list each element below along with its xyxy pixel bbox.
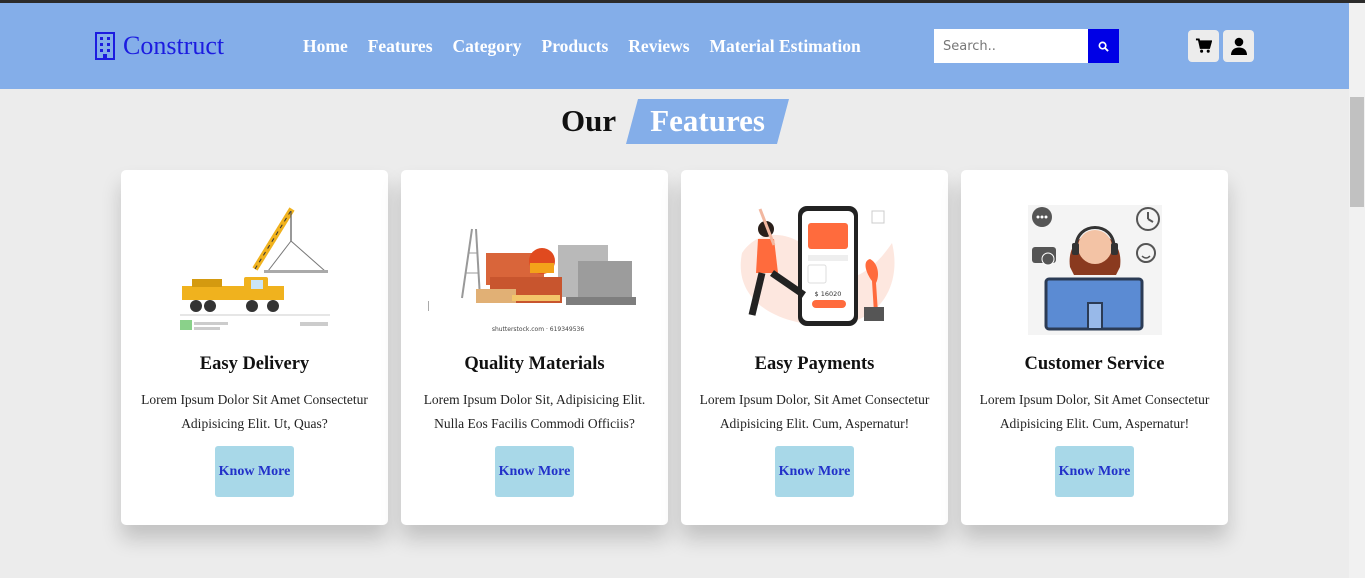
heading-highlight: Features	[626, 98, 790, 144]
image-amount: $ 16020	[814, 290, 841, 298]
know-more-button[interactable]: Know More	[215, 446, 294, 497]
card-text: Lorem Ipsum Dolor, Sit Amet Consectetur …	[699, 392, 930, 431]
user-icon	[1230, 37, 1247, 55]
heading-plain: Our	[561, 103, 617, 138]
user-button[interactable]	[1223, 30, 1254, 62]
card-text: Lorem Ipsum Dolor Sit Amet Consectetur A…	[141, 392, 368, 431]
card-text: Lorem Ipsum Dolor, Sit Amet Consectetur …	[979, 392, 1210, 431]
search-input[interactable]	[934, 29, 1088, 63]
nav-material-estimation[interactable]: Material Estimation	[710, 36, 861, 57]
customer-service-illustration	[1027, 205, 1162, 335]
search-button[interactable]	[1088, 29, 1119, 63]
main-nav: Home Features Category Products Reviews …	[303, 36, 881, 57]
section-heading: Our Features	[561, 98, 790, 144]
scrollbar-thumb[interactable]	[1350, 97, 1364, 207]
card-text: Lorem Ipsum Dolor Sit, Adipisicing Elit.…	[423, 392, 646, 431]
feature-card-delivery: Easy Delivery Lorem Ipsum Dolor Sit Amet…	[121, 170, 388, 525]
page-scrollbar[interactable]	[1349, 3, 1365, 578]
nav-features[interactable]: Features	[368, 36, 433, 57]
cart-icon	[1195, 38, 1212, 53]
know-more-button[interactable]: Know More	[775, 446, 854, 497]
know-more-button[interactable]: Know More	[495, 446, 574, 497]
feature-card-materials: shutterstock.com · 619349536 Quality Mat…	[401, 170, 668, 525]
card-title: Quality Materials	[464, 354, 605, 374]
nav-category[interactable]: Category	[453, 36, 522, 57]
nav-products[interactable]: Products	[542, 36, 609, 57]
brand-name: Construct	[123, 31, 225, 60]
card-title: Easy Payments	[754, 354, 875, 374]
feature-card-customer-service: Customer Service Lorem Ipsum Dolor, Sit …	[961, 170, 1228, 525]
cart-button[interactable]	[1188, 30, 1219, 62]
heading-highlight-text: Features	[650, 103, 766, 138]
mobile-payment-illustration: $ 16020	[740, 206, 894, 326]
building-materials-illustration: shutterstock.com · 619349536	[427, 228, 636, 333]
search-icon	[1098, 41, 1109, 52]
nav-home[interactable]: Home	[303, 36, 348, 57]
image-caption: shutterstock.com · 619349536	[491, 326, 584, 333]
card-title: Easy Delivery	[199, 354, 310, 374]
search-form	[934, 29, 1119, 63]
know-more-button[interactable]: Know More	[1055, 446, 1134, 497]
feature-card-payments: $ 16020 Easy Payments Lorem Ipsum Dolor,…	[681, 170, 948, 525]
building-icon	[95, 32, 115, 60]
header-bar: Construct Home Features Category Product…	[0, 3, 1349, 89]
card-title: Customer Service	[1024, 354, 1165, 374]
crane-truck-illustration	[179, 207, 330, 330]
nav-reviews[interactable]: Reviews	[628, 36, 689, 57]
brand-logo[interactable]: Construct	[94, 31, 224, 61]
